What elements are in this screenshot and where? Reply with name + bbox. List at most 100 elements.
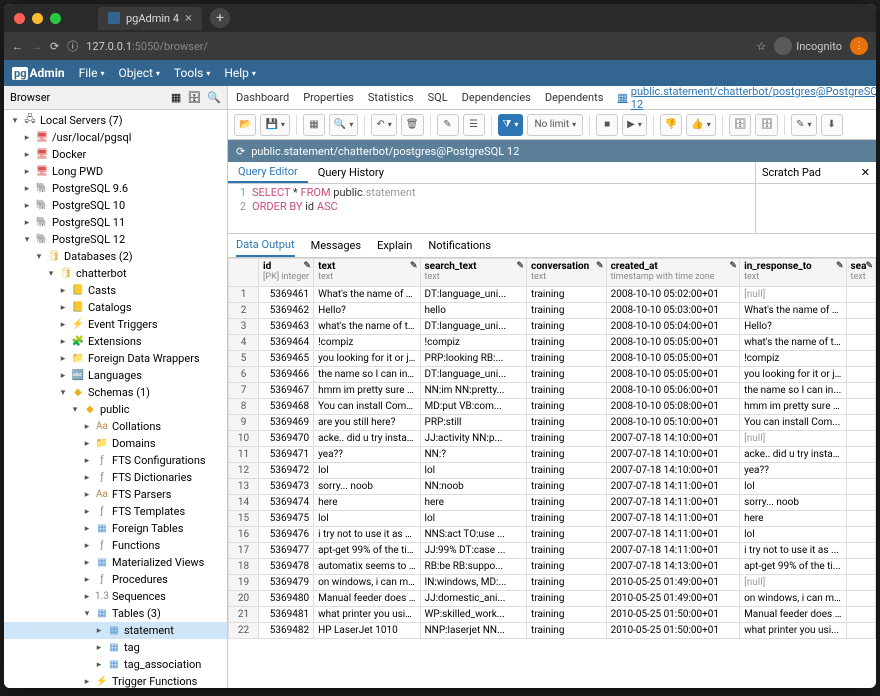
table-row[interactable]: 95369469are you still here?PRP:stilltrai… bbox=[229, 415, 876, 431]
tree-node[interactable]: ▸ƒFTS Templates bbox=[4, 503, 227, 520]
tree-node[interactable]: ▸🖥/usr/local/pgsql bbox=[4, 129, 227, 146]
table-row[interactable]: 195369479on windows, i can make my print… bbox=[229, 575, 876, 591]
tree-node[interactable]: ▾🛢chatterbot bbox=[4, 265, 227, 282]
tree-node[interactable]: ▸📁Domains bbox=[4, 435, 227, 452]
open-file-button[interactable]: 📂 bbox=[234, 114, 256, 136]
table-row[interactable]: 45369464!compiz!compiztraining2008-10-10… bbox=[229, 335, 876, 351]
explain-analyze-button[interactable]: 👍▾ bbox=[686, 114, 715, 136]
browser-tab[interactable]: pgAdmin 4 × bbox=[98, 7, 202, 30]
tree-node[interactable]: ▸▦tag bbox=[4, 639, 227, 656]
tree-node[interactable]: ▸▦Foreign Tables bbox=[4, 520, 227, 537]
copy-button[interactable]: ▦ bbox=[303, 114, 325, 136]
table-row[interactable]: 55369465you looking for it or just want … bbox=[229, 351, 876, 367]
filter-button[interactable]: ⧩▾ bbox=[498, 114, 524, 136]
menu-help[interactable]: Help▾ bbox=[224, 66, 256, 80]
table-row[interactable]: 205369480Manual feeder does not work for… bbox=[229, 591, 876, 607]
editor-tab[interactable]: Query History bbox=[308, 162, 394, 183]
table-row[interactable]: 145369474hereheretraining2007-07-18 14:1… bbox=[229, 495, 876, 511]
subtab-statistics[interactable]: Statistics bbox=[368, 91, 414, 104]
tree-node[interactable]: ▸ƒFunctions bbox=[4, 537, 227, 554]
tree-node[interactable]: ▸🖥Long PWD bbox=[4, 163, 227, 180]
table-row[interactable]: 125369472lolloltraining2007-07-18 14:10:… bbox=[229, 463, 876, 479]
table-row[interactable]: 85369468You can install Compiz by using … bbox=[229, 399, 876, 415]
stop-button[interactable]: ■ bbox=[596, 114, 618, 136]
table-row[interactable]: 225369482HP LaserJet 1010NNP:laserjet NN… bbox=[229, 623, 876, 639]
table-row[interactable]: 105369470acke.. did u try installing fla… bbox=[229, 431, 876, 447]
tree-node[interactable]: ▸📁Foreign Data Wrappers bbox=[4, 350, 227, 367]
tree-node[interactable]: ▾◆public bbox=[4, 401, 227, 418]
execute-button[interactable]: ▶▾ bbox=[622, 114, 647, 136]
tree-node[interactable]: ▸▦statement bbox=[4, 622, 227, 639]
tree-node[interactable]: ▸AaCollations bbox=[4, 418, 227, 435]
table-row[interactable]: 35369463what's the name of the compiz ma… bbox=[229, 319, 876, 335]
output-tab[interactable]: Notifications bbox=[428, 234, 491, 257]
tree-node[interactable]: ▾🖧Local Servers (7) bbox=[4, 112, 227, 129]
tree-node[interactable]: ▸ƒFTS Dictionaries bbox=[4, 469, 227, 486]
commit-button[interactable]: 🗄 bbox=[729, 114, 752, 136]
subtab-sql[interactable]: SQL bbox=[428, 91, 448, 104]
nav-fwd-icon[interactable]: → bbox=[31, 40, 42, 53]
find-button[interactable]: 🔍▾ bbox=[329, 114, 358, 136]
tree-node[interactable]: ▾🐘PostgreSQL 12 bbox=[4, 231, 227, 248]
tree-node[interactable]: ▸▦Materialized Views bbox=[4, 554, 227, 571]
table-row[interactable]: 65369466the name so I can install itDT:l… bbox=[229, 367, 876, 383]
new-tab-button[interactable]: + bbox=[210, 8, 230, 28]
table-row[interactable]: 185369478automatix seems to not support … bbox=[229, 559, 876, 575]
tree-node[interactable]: ▸🖥Docker bbox=[4, 146, 227, 163]
limit-select[interactable]: No limit▾ bbox=[527, 114, 583, 136]
subtab-dependents[interactable]: Dependents bbox=[545, 91, 604, 104]
object-tree[interactable]: ▾🖧Local Servers (7)▸🖥/usr/local/pgsql▸🖥D… bbox=[4, 110, 227, 688]
maximize-window-button[interactable] bbox=[50, 13, 61, 24]
tree-node[interactable]: ▸🧩Extensions bbox=[4, 333, 227, 350]
macro-button[interactable]: ✎▾ bbox=[791, 114, 816, 136]
table-row[interactable]: 155369475lolloltraining2007-07-18 14:11:… bbox=[229, 511, 876, 527]
tree-node[interactable]: ▸🐘PostgreSQL 11 bbox=[4, 214, 227, 231]
tree-node[interactable]: ▸🔤Languages bbox=[4, 367, 227, 384]
menu-object[interactable]: Object▾ bbox=[118, 66, 159, 80]
explain-button[interactable]: 👎 bbox=[660, 114, 682, 136]
sidebar-tool-db-icon[interactable]: 🗄 bbox=[187, 91, 201, 104]
save-file-button[interactable]: 💾▾ bbox=[260, 114, 289, 136]
output-tab[interactable]: Explain bbox=[377, 234, 412, 257]
table-row[interactable]: 135369473sorry... noobNN:noobtraining200… bbox=[229, 479, 876, 495]
table-row[interactable]: 215369481what printer you using?WP:skill… bbox=[229, 607, 876, 623]
tree-node[interactable]: ▸⚡Trigger Functions bbox=[4, 673, 227, 688]
tree-node[interactable]: ▾🛢Databases (2) bbox=[4, 248, 227, 265]
results-grid[interactable]: id[PK] integer✎texttext✎search_texttext✎… bbox=[228, 258, 876, 688]
table-row[interactable]: 15369461What's the name of that package … bbox=[229, 287, 876, 303]
sidebar-tool-search-icon[interactable]: 🔍 bbox=[207, 91, 221, 104]
table-row[interactable]: 25369462Hello?hellotraining2008-10-10 05… bbox=[229, 303, 876, 319]
edit-button[interactable]: ✎ bbox=[437, 114, 459, 136]
tree-node[interactable]: ▸▦tag_association bbox=[4, 656, 227, 673]
clear-button[interactable]: 🗑 bbox=[401, 114, 424, 136]
subtab-properties[interactable]: Properties bbox=[303, 91, 354, 104]
browser-menu-button[interactable]: ⋮ bbox=[850, 37, 868, 55]
editor-tab[interactable]: Query Editor bbox=[228, 162, 308, 183]
tree-node[interactable]: ▸📒Casts bbox=[4, 282, 227, 299]
table-row[interactable]: 75369467hmm im pretty sure its under add… bbox=[229, 383, 876, 399]
subtab-dashboard[interactable]: Dashboard bbox=[236, 91, 289, 104]
query-tool-tab[interactable]: ▦public.statement/chatterbot/postgres@Po… bbox=[617, 86, 876, 111]
table-row[interactable]: 175369477apt-get 99% of the time works t… bbox=[229, 543, 876, 559]
tree-node[interactable]: ▸🐘PostgreSQL 9.6 bbox=[4, 180, 227, 197]
sql-editor[interactable]: 12 SELECT * FROM public.statement ORDER … bbox=[228, 184, 755, 233]
download-button[interactable]: ⬇ bbox=[821, 114, 843, 136]
tree-node[interactable]: ▸📒Catalogs bbox=[4, 299, 227, 316]
output-tab[interactable]: Messages bbox=[311, 234, 361, 257]
close-window-button[interactable] bbox=[14, 13, 25, 24]
tree-node[interactable]: ▸1.3Sequences bbox=[4, 588, 227, 605]
close-scratch-icon[interactable]: ✕ bbox=[861, 166, 870, 179]
bookmark-star-icon[interactable]: ☆ bbox=[756, 40, 766, 53]
table-row[interactable]: 165369476i try not to use it as much as … bbox=[229, 527, 876, 543]
minimize-window-button[interactable] bbox=[32, 13, 43, 24]
reload-icon[interactable]: ⟳ bbox=[50, 40, 59, 53]
output-tab[interactable]: Data Output bbox=[236, 234, 295, 257]
table-row[interactable]: 115369471yea??NN:?training2007-07-18 14:… bbox=[229, 447, 876, 463]
refresh-icon[interactable]: ⟳ bbox=[236, 145, 245, 158]
tree-node[interactable]: ▾▦Tables (3) bbox=[4, 605, 227, 622]
history-button[interactable]: ↶▾ bbox=[371, 114, 396, 136]
tree-node[interactable]: ▸🐘PostgreSQL 10 bbox=[4, 197, 227, 214]
menu-tools[interactable]: Tools▾ bbox=[174, 66, 210, 80]
sidebar-tool-grid-icon[interactable]: ▦ bbox=[171, 91, 181, 104]
url-field[interactable]: 127.0.0.1:5050/browser/ bbox=[86, 40, 748, 53]
